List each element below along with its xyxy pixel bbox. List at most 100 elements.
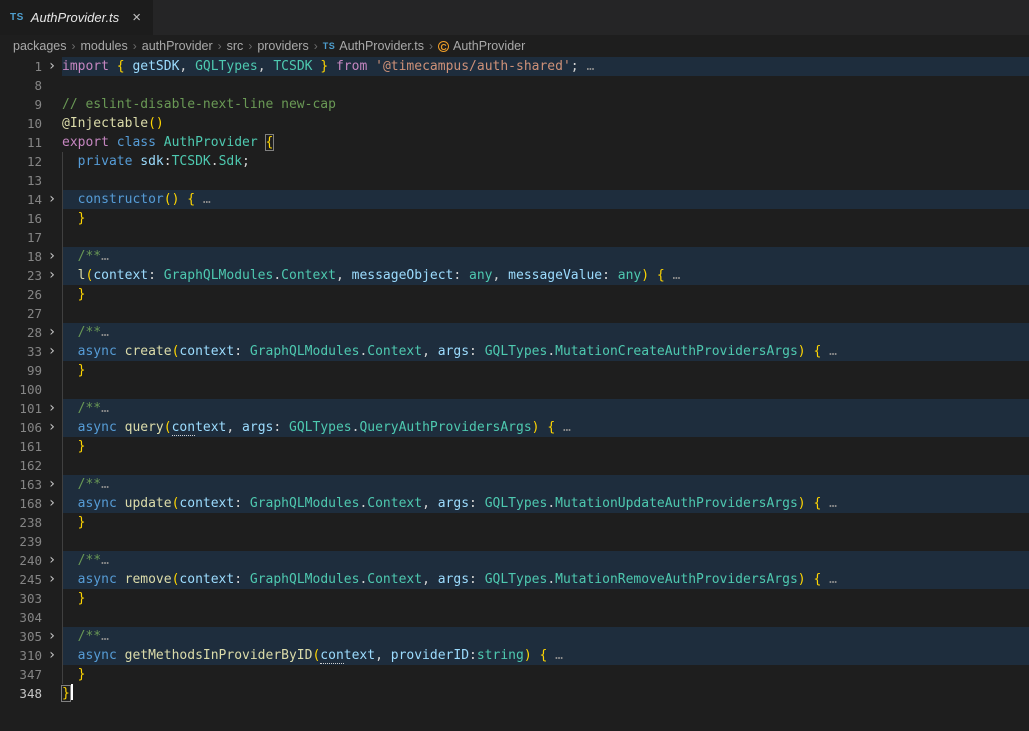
fold-chevron-icon[interactable]: › bbox=[42, 418, 62, 437]
fold-chevron-icon[interactable]: › bbox=[42, 551, 62, 570]
code-line[interactable] bbox=[62, 608, 1029, 627]
code-line[interactable]: } bbox=[62, 589, 1029, 608]
fold-spacer bbox=[42, 228, 62, 247]
code-token bbox=[62, 211, 78, 226]
editor-empty-area[interactable] bbox=[0, 703, 1029, 731]
fold-chevron-icon[interactable]: › bbox=[42, 627, 62, 646]
fold-spacer bbox=[42, 361, 62, 380]
breadcrumb-item-providers[interactable]: providers bbox=[257, 39, 308, 53]
code-line[interactable]: } bbox=[62, 361, 1029, 380]
code-line[interactable]: async getMethodsInProviderByID(context, … bbox=[62, 646, 1029, 665]
line-number: 13 bbox=[0, 171, 42, 190]
code-token bbox=[62, 420, 78, 435]
code-line[interactable] bbox=[62, 456, 1029, 475]
code-line[interactable]: } bbox=[62, 684, 1029, 703]
breadcrumb-item-authprovider[interactable]: CAuthProvider bbox=[438, 39, 525, 53]
code-token: ( bbox=[164, 420, 172, 435]
code-line[interactable]: @Injectable() bbox=[62, 114, 1029, 133]
line-number: 8 bbox=[0, 76, 42, 95]
code-token: , bbox=[422, 344, 438, 359]
code-line[interactable]: /**… bbox=[62, 247, 1029, 266]
code-line[interactable] bbox=[62, 171, 1029, 190]
tab-authprovider[interactable]: TS AuthProvider.ts × bbox=[0, 0, 153, 35]
close-icon[interactable]: × bbox=[132, 10, 141, 25]
fold-spacer bbox=[42, 456, 62, 475]
code-line[interactable]: async remove(context: GraphQLModules.Con… bbox=[62, 570, 1029, 589]
code-token bbox=[117, 420, 125, 435]
code-token bbox=[117, 572, 125, 587]
code-line[interactable]: async query(context, args: GQLTypes.Quer… bbox=[62, 418, 1029, 437]
code-line[interactable]: l(context: GraphQLModules.Context, messa… bbox=[62, 266, 1029, 285]
text-cursor bbox=[71, 684, 73, 700]
code-token: /** bbox=[78, 249, 101, 264]
code-token bbox=[62, 629, 78, 644]
line-number: 348 bbox=[0, 684, 42, 703]
code-token bbox=[62, 439, 78, 454]
line-number: 310 bbox=[0, 646, 42, 665]
fold-chevron-icon[interactable]: › bbox=[42, 323, 62, 342]
code-token: @Injectable bbox=[62, 116, 148, 131]
breadcrumb-item-authprovider[interactable]: authProvider bbox=[142, 39, 213, 53]
code-token: async bbox=[78, 648, 117, 663]
fold-chevron-icon[interactable]: › bbox=[42, 399, 62, 418]
code-line[interactable] bbox=[62, 380, 1029, 399]
code-line[interactable] bbox=[62, 76, 1029, 95]
code-line[interactable] bbox=[62, 532, 1029, 551]
fold-chevron-icon[interactable]: › bbox=[42, 266, 62, 285]
fold-spacer bbox=[42, 95, 62, 114]
code-line[interactable]: // eslint-disable-next-line new-cap bbox=[62, 95, 1029, 114]
line-number: 162 bbox=[0, 456, 42, 475]
breadcrumb-item-src[interactable]: src bbox=[227, 39, 244, 53]
code-token: from bbox=[336, 59, 367, 74]
code-token: any bbox=[469, 268, 492, 283]
fold-chevron-icon[interactable]: › bbox=[42, 57, 62, 76]
code-token: GQLTypes bbox=[485, 344, 548, 359]
code-line[interactable]: /**… bbox=[62, 475, 1029, 494]
code-token: … bbox=[195, 192, 211, 207]
fold-chevron-icon[interactable]: › bbox=[42, 646, 62, 665]
fold-chevron-icon[interactable]: › bbox=[42, 342, 62, 361]
code-token bbox=[649, 268, 657, 283]
fold-chevron-icon[interactable]: › bbox=[42, 475, 62, 494]
fold-chevron-icon[interactable]: › bbox=[42, 494, 62, 513]
breadcrumb-item-packages[interactable]: packages bbox=[13, 39, 67, 53]
code-token: … bbox=[579, 59, 595, 74]
code-row-line-347: 347 } bbox=[0, 665, 1029, 684]
code-line[interactable]: } bbox=[62, 665, 1029, 684]
code-line[interactable] bbox=[62, 228, 1029, 247]
code-line[interactable]: /**… bbox=[62, 627, 1029, 646]
code-line[interactable]: } bbox=[62, 209, 1029, 228]
code-line[interactable]: /**… bbox=[62, 323, 1029, 342]
code-row-line-17: 17 bbox=[0, 228, 1029, 247]
code-line[interactable]: } bbox=[62, 437, 1029, 456]
code-token: : bbox=[234, 496, 250, 511]
breadcrumb-item-modules[interactable]: modules bbox=[81, 39, 128, 53]
code-line[interactable]: import { getSDK, GQLTypes, TCSDK } from … bbox=[62, 57, 1029, 76]
code-line[interactable]: } bbox=[62, 513, 1029, 532]
code-token: , bbox=[422, 496, 438, 511]
code-token: string bbox=[477, 648, 524, 663]
fold-spacer bbox=[42, 304, 62, 323]
code-line[interactable]: export class AuthProvider { bbox=[62, 133, 1029, 152]
fold-spacer bbox=[42, 684, 62, 703]
code-token: GraphQLModules bbox=[164, 268, 274, 283]
fold-chevron-icon[interactable]: › bbox=[42, 570, 62, 589]
code-line[interactable]: /**… bbox=[62, 551, 1029, 570]
code-line[interactable]: } bbox=[62, 285, 1029, 304]
code-line[interactable] bbox=[62, 304, 1029, 323]
code-line[interactable]: /**… bbox=[62, 399, 1029, 418]
code-row-line-28: 28› /**… bbox=[0, 323, 1029, 342]
code-row-line-8: 8 bbox=[0, 76, 1029, 95]
code-token: AuthProvider bbox=[164, 135, 258, 150]
fold-spacer bbox=[42, 532, 62, 551]
code-line[interactable]: async create(context: GraphQLModules.Con… bbox=[62, 342, 1029, 361]
code-token: /** bbox=[78, 553, 101, 568]
breadcrumb-item-authprovider-ts[interactable]: TSAuthProvider.ts bbox=[323, 39, 424, 53]
fold-spacer bbox=[42, 437, 62, 456]
code-line[interactable]: private sdk:TCSDK.Sdk; bbox=[62, 152, 1029, 171]
code-line[interactable]: async update(context: GraphQLModules.Con… bbox=[62, 494, 1029, 513]
fold-chevron-icon[interactable]: › bbox=[42, 247, 62, 266]
fold-chevron-icon[interactable]: › bbox=[42, 190, 62, 209]
code-line[interactable]: constructor() { … bbox=[62, 190, 1029, 209]
code-row-line-240: 240› /**… bbox=[0, 551, 1029, 570]
